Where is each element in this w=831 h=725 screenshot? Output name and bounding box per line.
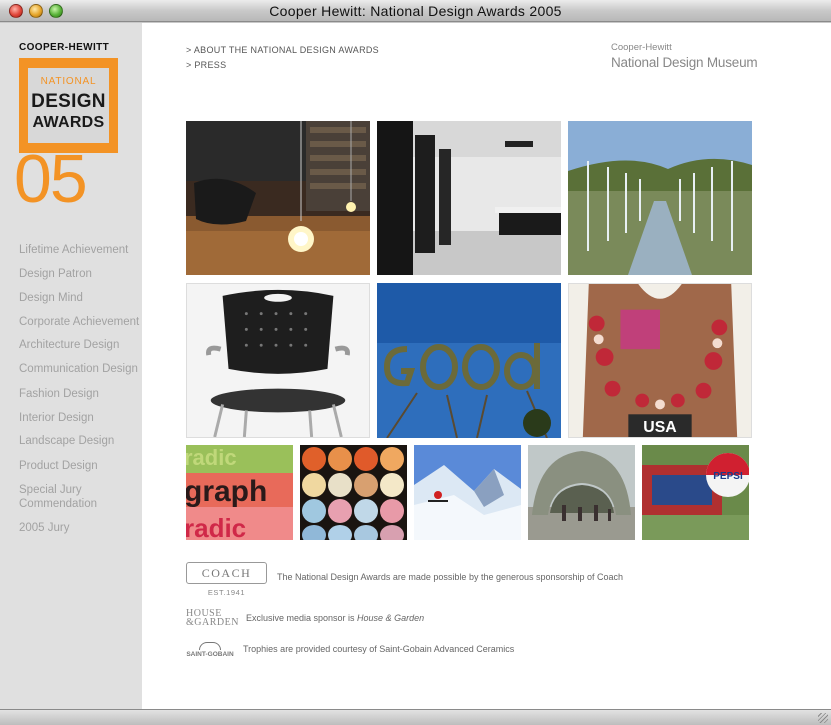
photo-pattern-bubbles[interactable] [300, 445, 407, 540]
nav-special-jury[interactable]: Special Jury [19, 483, 82, 497]
photo-fashion-garment[interactable]: USA [568, 283, 752, 438]
saint-gobain-wordmark: SAINT-GOBAIN [186, 651, 234, 658]
photo-product-chair[interactable] [186, 283, 370, 438]
saint-gobain-arch-icon [199, 642, 221, 650]
nav-interior-design[interactable]: Interior Design [19, 411, 94, 425]
hg-logo-bottom: &GARDEN [186, 617, 239, 628]
media-sponsor-prefix: Exclusive media sponsor is [246, 613, 358, 623]
nav-fashion-design[interactable]: Fashion Design [19, 387, 99, 401]
photo-snow-climber[interactable] [414, 445, 521, 540]
nav-architecture-design[interactable]: Architecture Design [19, 338, 119, 352]
house-garden-logo: HOUSE &GARDEN [186, 609, 239, 628]
nav-product-design[interactable]: Product Design [19, 459, 98, 473]
coach-est: EST.1941 [207, 588, 246, 597]
trophies-text: Trophies are provided courtesy of Saint-… [243, 644, 515, 654]
nav-2005-jury[interactable]: 2005 Jury [19, 521, 70, 535]
nav-communication-design[interactable]: Communication Design [19, 362, 138, 376]
coach-sponsor-text: The National Design Awards are made poss… [277, 572, 624, 582]
nda-logo[interactable]: NATIONAL DESIGN AWARDS [19, 58, 118, 153]
resize-grip-icon[interactable] [818, 713, 828, 723]
nav-lifetime-achievement[interactable]: Lifetime Achievement [19, 243, 128, 257]
svg-text:PEPSI: PEPSI [713, 471, 743, 482]
window-bottom-bar [0, 709, 831, 725]
page-viewport: COOPER-HEWITT NATIONAL DESIGN AWARDS 05 … [0, 23, 831, 709]
coach-logo: COACH [186, 562, 267, 584]
window-title: Cooper Hewitt: National Design Awards 20… [269, 3, 562, 19]
nav-landscape-design[interactable]: Landscape Design [19, 434, 114, 448]
photo-cloud-gate[interactable] [528, 445, 635, 540]
top-links: > ABOUT THE NATIONAL DESIGN AWARDS > PRE… [186, 43, 379, 73]
nav-commendation[interactable]: Commendation [19, 497, 97, 511]
logo-design: DESIGN [31, 91, 106, 112]
photo-pepsi-graffiti[interactable]: PEPSI [642, 445, 749, 540]
nda-logo-inner: NATIONAL DESIGN AWARDS [28, 68, 109, 143]
logo-national: NATIONAL [40, 76, 97, 87]
photo-architecture-corridor[interactable] [377, 121, 561, 275]
svg-text:graph: graph [186, 475, 267, 508]
photo-communication-good[interactable] [377, 283, 561, 438]
logo-awards: AWARDS [32, 114, 105, 131]
press-link[interactable]: > PRESS [186, 58, 379, 73]
museum-name-small: Cooper-Hewitt [611, 42, 672, 53]
photo-graphic-type[interactable]: graph radic radic [186, 445, 293, 540]
svg-text:radic: radic [186, 513, 246, 540]
logo-year: 05 [14, 141, 88, 217]
cooper-hewitt-brand: COOPER-HEWITT [19, 42, 110, 53]
nav-design-mind[interactable]: Design Mind [19, 291, 83, 305]
about-link[interactable]: > ABOUT THE NATIONAL DESIGN AWARDS [186, 43, 379, 58]
sidebar: COOPER-HEWITT NATIONAL DESIGN AWARDS 05 … [0, 23, 142, 709]
photo-landscape-fountains[interactable] [568, 121, 752, 275]
svg-text:USA: USA [643, 419, 676, 436]
saint-gobain-logo: SAINT-GOBAIN [186, 642, 234, 658]
nav-design-patron[interactable]: Design Patron [19, 267, 92, 281]
window-title-bar: Cooper Hewitt: National Design Awards 20… [0, 0, 831, 22]
museum-name-large: National Design Museum [611, 55, 758, 70]
photo-interior-lamp[interactable] [186, 121, 370, 275]
svg-text:radic: radic [186, 445, 237, 470]
media-sponsor-name: House & Garden [357, 613, 425, 623]
nav-corporate-achievement[interactable]: Corporate Achievement [19, 315, 139, 329]
media-sponsor-text: Exclusive media sponsor is House & Garde… [246, 613, 424, 623]
